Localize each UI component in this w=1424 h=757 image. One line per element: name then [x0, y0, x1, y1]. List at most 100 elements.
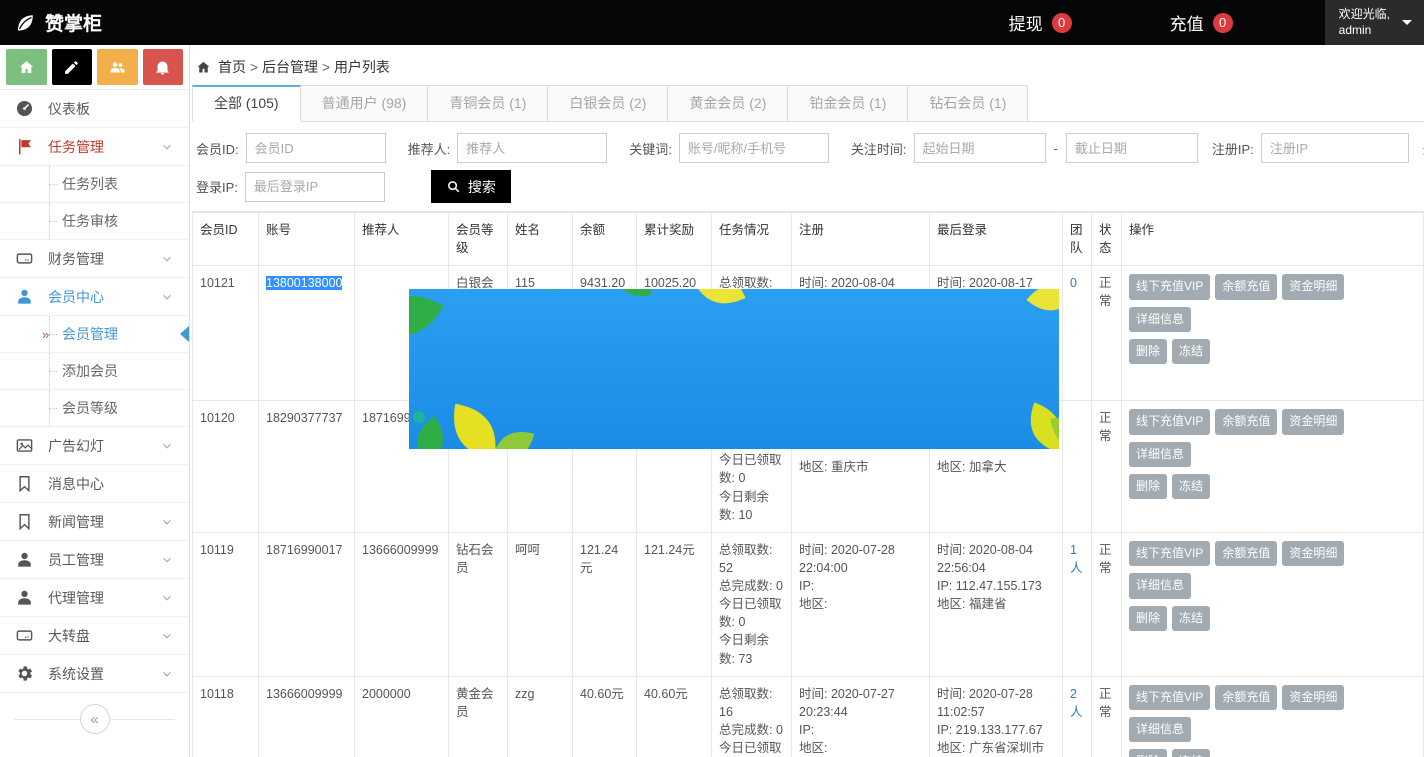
freeze-button[interactable]: 冻结 [1172, 339, 1210, 364]
last-login-cell: 时间: 2020-08-04 22:56:04IP: 112.47.155.17… [930, 532, 1063, 676]
sidebar-item-3[interactable]: 任务审核 [0, 203, 189, 240]
detail-info-button[interactable]: 详细信息 [1129, 573, 1191, 598]
balance-recharge-button[interactable]: 余额充值 [1215, 409, 1277, 434]
sidebar-item-12[interactable]: 员工管理 [0, 541, 189, 579]
image-icon [15, 436, 34, 455]
breadcrumb-item[interactable]: 用户列表 [334, 59, 390, 75]
search-row-2: 登录IP: 搜索 [196, 170, 1424, 203]
sidebar-item-15[interactable]: 系统设置 [0, 655, 189, 693]
delete-button[interactable]: 删除 [1129, 474, 1167, 499]
team-link[interactable]: 1 人 [1070, 543, 1083, 575]
reward-cell: 121.24元 [637, 532, 712, 676]
caret-down-icon [1402, 20, 1412, 30]
status-cell: 正常 [1092, 401, 1122, 533]
sidebar-item-14[interactable]: 大转盘 [0, 617, 189, 655]
search-button[interactable]: 搜索 [431, 170, 511, 203]
fund-detail-button[interactable]: 资金明细 [1282, 274, 1344, 299]
sidebar-item-10[interactable]: 消息中心 [0, 465, 189, 503]
users-icon [109, 59, 126, 76]
fund-detail-button[interactable]: 资金明细 [1282, 685, 1344, 710]
chevron-down-icon [160, 591, 174, 605]
sidebar-item-6[interactable]: » 会员管理 [0, 316, 189, 353]
user-menu[interactable]: 欢迎光临, admin [1325, 0, 1424, 45]
register-ip-input[interactable] [1261, 133, 1409, 163]
sidebar-item-8[interactable]: 会员等级 [0, 390, 189, 427]
follow-time-label: 关注时间: [851, 139, 907, 158]
fund-detail-button[interactable]: 资金明细 [1282, 541, 1344, 566]
quick-edit-button[interactable] [52, 49, 93, 85]
offline-vip-recharge-button[interactable]: 线下充值VIP [1129, 685, 1210, 710]
account-cell: 13800138000 [259, 266, 355, 401]
register-ip-label: 注册IP: [1212, 139, 1254, 158]
quick-members-button[interactable] [97, 49, 138, 85]
sidebar-item-5[interactable]: 会员中心 [0, 278, 189, 316]
keyword-input[interactable] [679, 133, 829, 163]
tab-0[interactable]: 全部 (105) [192, 85, 301, 122]
column-header: 会员ID [193, 213, 259, 266]
withdraw-link[interactable]: 提现 0 [1009, 10, 1072, 35]
search-icon [446, 179, 461, 194]
tab-2[interactable]: 青铜会员 (1) [428, 85, 548, 122]
delete-button[interactable]: 删除 [1129, 749, 1167, 757]
referrer-input[interactable] [457, 133, 607, 163]
team-link[interactable]: 2 人 [1070, 687, 1083, 719]
quick-notifications-button[interactable] [143, 49, 184, 85]
drive-icon [15, 626, 34, 645]
freeze-button[interactable]: 冻结 [1172, 474, 1210, 499]
sidebar-item-0[interactable]: 仪表板 [0, 90, 189, 128]
member-id-input[interactable] [246, 133, 386, 163]
member-icon [15, 287, 34, 306]
quick-home-button[interactable] [6, 49, 47, 85]
offline-vip-recharge-button[interactable]: 线下充值VIP [1129, 409, 1210, 434]
sidebar-item-9[interactable]: 广告幻灯 [0, 427, 189, 465]
end-date-input[interactable] [1066, 133, 1198, 163]
active-arrow-icon: » [42, 327, 49, 342]
sidebar-item-2[interactable]: 任务列表 [0, 166, 189, 203]
withdraw-badge: 0 [1052, 13, 1072, 33]
freeze-button[interactable]: 冻结 [1172, 749, 1210, 757]
breadcrumb-item[interactable]: 后台管理 [262, 59, 318, 75]
detail-info-button[interactable]: 详细信息 [1129, 717, 1191, 742]
home-icon [18, 59, 35, 76]
sidebar-menu: 仪表板 任务管理 任务列表 任务审核 财务管理 会员中心 » 会员管理 添加会员… [0, 89, 189, 693]
cell-line: 总完成数: 0 [719, 577, 784, 595]
offline-vip-recharge-button[interactable]: 线下充值VIP [1129, 541, 1210, 566]
last-login-cell: 时间: 2020-07-28 11:02:57IP: 219.133.177.6… [930, 676, 1063, 757]
start-date-input[interactable] [914, 133, 1046, 163]
topbar: 赞掌柜 提现 0 充值 0 欢迎光临, admin [0, 0, 1424, 45]
sidebar-item-13[interactable]: 代理管理 [0, 579, 189, 617]
offline-vip-recharge-button[interactable]: 线下充值VIP [1129, 274, 1210, 299]
balance-recharge-button[interactable]: 余额充值 [1215, 685, 1277, 710]
search-row-1: 会员ID: 推荐人: 关键词: 关注时间: - 注册IP: 最后 [196, 133, 1424, 163]
team-link[interactable]: 0 [1070, 276, 1077, 290]
recharge-link[interactable]: 充值 0 [1170, 10, 1233, 35]
tab-6[interactable]: 钻石会员 (1) [908, 85, 1028, 122]
login-ip-input[interactable] [245, 172, 385, 202]
team-cell [1063, 401, 1092, 533]
sidebar-item-1[interactable]: 任务管理 [0, 128, 189, 166]
freeze-button[interactable]: 冻结 [1172, 606, 1210, 631]
sidebar-item-label: 代理管理 [48, 588, 104, 608]
active-edge-triangle-icon [180, 326, 189, 342]
cell-line: IP: 219.133.177.67 [937, 721, 1055, 739]
tab-5[interactable]: 铂金会员 (1) [788, 85, 908, 122]
detail-info-button[interactable]: 详细信息 [1129, 307, 1191, 332]
sidebar-item-7[interactable]: 添加会员 [0, 353, 189, 390]
sidebar-item-4[interactable]: 财务管理 [0, 240, 189, 278]
column-header: 账号 [259, 213, 355, 266]
delete-button[interactable]: 删除 [1129, 606, 1167, 631]
sidebar-item-11[interactable]: 新闻管理 [0, 503, 189, 541]
balance-cell: 40.60元 [573, 676, 637, 757]
breadcrumb-item[interactable]: 首页 [218, 59, 246, 75]
sidebar-collapse-button[interactable]: « [80, 704, 110, 734]
fund-detail-button[interactable]: 资金明细 [1282, 409, 1344, 434]
balance-recharge-button[interactable]: 余额充值 [1215, 274, 1277, 299]
delete-button[interactable]: 删除 [1129, 339, 1167, 364]
sidebar-item-label: 任务列表 [62, 174, 118, 194]
balance-recharge-button[interactable]: 余额充值 [1215, 541, 1277, 566]
tab-4[interactable]: 黄金会员 (2) [668, 85, 788, 122]
tab-3[interactable]: 白银会员 (2) [548, 85, 668, 122]
chevron-down-icon [160, 140, 174, 154]
detail-info-button[interactable]: 详细信息 [1129, 442, 1191, 467]
tab-1[interactable]: 普通用户 (98) [301, 85, 429, 122]
